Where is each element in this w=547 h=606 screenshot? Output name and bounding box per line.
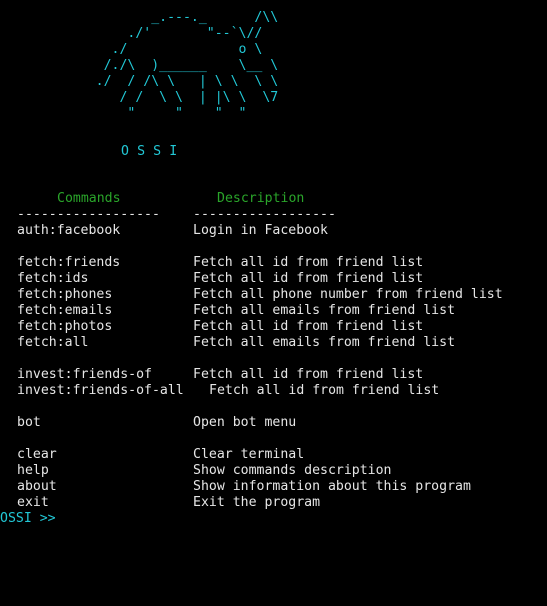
terminal-window[interactable]: _.---._ /\\ ./' "--`\// ./ o \ /./\ )___… [0, 0, 547, 606]
command-description: Fetch all id from friend list [193, 255, 424, 270]
command-name: help [17, 463, 49, 478]
command-name: auth:facebook [17, 223, 121, 238]
command-name: fetch:all [17, 335, 89, 350]
commands-column-header: Commands [57, 191, 121, 206]
command-name: fetch:phones [17, 287, 113, 302]
command-name: invest:friends-of [17, 367, 152, 382]
command-name: fetch:emails [17, 303, 113, 318]
command-name: bot [17, 415, 41, 430]
command-name: about [17, 479, 57, 494]
description-separator: ------------------ [193, 207, 336, 222]
app-title: O S S I [121, 144, 178, 159]
command-description: Login in Facebook [193, 223, 328, 238]
command-description: Show commands description [193, 463, 392, 478]
command-name: clear [17, 447, 57, 462]
command-description: Fetch all id from friend list [193, 367, 424, 382]
command-description: Fetch all id from friend list [193, 319, 424, 334]
command-name: fetch:photos [17, 319, 113, 334]
command-description: Show information about this program [193, 479, 471, 494]
command-description: Fetch all id from friend list [193, 271, 424, 286]
command-description: Fetch all emails from friend list [193, 303, 456, 318]
command-description: Exit the program [193, 495, 321, 510]
command-prompt[interactable]: OSSI >> [0, 511, 56, 527]
command-description: Open bot menu [193, 415, 297, 430]
command-description: Fetch all emails from friend list [193, 335, 456, 350]
description-column-header: Description [217, 191, 305, 206]
command-name: exit [17, 495, 49, 510]
command-description: Fetch all phone number from friend list [193, 287, 503, 302]
ascii-art-logo: _.---._ /\\ ./' "--`\// ./ o \ /./\ )___… [95, 10, 279, 121]
command-name: fetch:friends [17, 255, 121, 270]
commands-separator: ------------------ [17, 207, 160, 222]
command-name: fetch:ids [17, 271, 89, 286]
command-name: invest:friends-of-all [17, 383, 184, 398]
command-description: Fetch all id from friend list [209, 383, 440, 398]
command-description: Clear terminal [193, 447, 305, 462]
